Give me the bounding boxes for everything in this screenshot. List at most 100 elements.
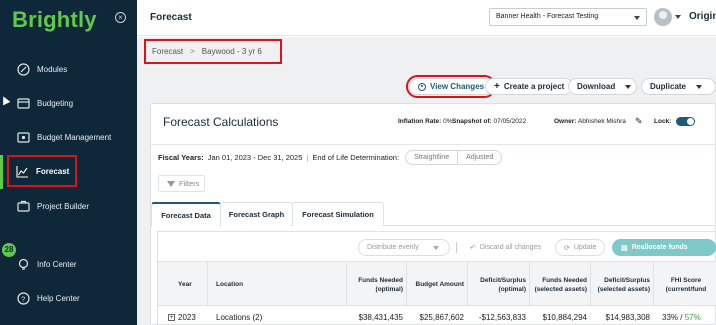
update-button[interactable]: ⟳ Update	[555, 239, 606, 256]
sidebar-item-label: Budget Management	[37, 132, 112, 142]
snapshot-label: Snapshot of:	[452, 118, 492, 125]
fhi-score-cell: 33% / 57%	[662, 313, 701, 322]
column-divider	[467, 262, 468, 307]
lock-toggle[interactable]	[676, 117, 695, 126]
column-header-location[interactable]: Location	[216, 262, 336, 307]
discard-all-changes-button[interactable]: ↶ Discard all changes	[462, 239, 549, 256]
filter-icon	[167, 180, 175, 187]
sidebar-item-label: Budgeting	[37, 98, 74, 108]
expand-icon[interactable]: +	[168, 314, 175, 322]
sidebar-item-budgeting[interactable]: Budgeting	[0, 89, 137, 117]
tab-bar: Forecast Data Forecast Graph Forecast Si…	[151, 202, 716, 227]
separator: |	[306, 153, 309, 162]
tab-forecast-simulation[interactable]: Forecast Simulation	[292, 202, 384, 226]
column-header-funds-needed-optimal[interactable]: Funds Needed (optimal)	[348, 262, 403, 307]
help-icon: ?	[16, 291, 30, 305]
sidebar-item-help-center[interactable]: ? Help Center	[0, 284, 137, 312]
table-row[interactable]: +2023 Locations (2) $38,431,435 $25,867,…	[158, 306, 716, 325]
forecast-data-panel: Distribute evenly ↶ Discard all changes …	[157, 231, 716, 325]
create-project-button[interactable]: + Create a project	[485, 78, 574, 95]
avatar[interactable]	[654, 8, 672, 26]
sidebar: Brightly × Modules Budgeting Budget Mana…	[0, 0, 137, 325]
filters-button[interactable]: Filters	[158, 175, 205, 192]
sidebar-item-budget-management[interactable]: Budget Management	[0, 123, 137, 151]
column-header-deficit-optimal[interactable]: Deficit/Surplus (optimal)	[469, 262, 526, 307]
eol-option-adjusted[interactable]: Adjusted	[457, 151, 501, 164]
column-header-fhi-score[interactable]: FHI Score (current/fund	[655, 262, 716, 307]
fhi-funded: 57%	[684, 313, 701, 322]
tab-forecast-graph[interactable]: Forecast Graph	[220, 202, 293, 226]
forecast-calculations-card: Forecast Calculations Inflation Rate: 0%…	[150, 103, 716, 325]
budgeting-icon	[16, 96, 30, 110]
fiscal-years-label: Fiscal Years:	[158, 153, 204, 162]
breadcrumb-current: Baywood - 3 yr 6	[201, 47, 262, 56]
close-circle-icon[interactable]: ×	[115, 12, 126, 23]
divider	[151, 144, 716, 145]
eol-label: End of Life Determination:	[312, 153, 400, 162]
fhi-current: 33%	[662, 313, 679, 322]
breadcrumb-separator: >	[190, 47, 195, 56]
budget-management-icon	[16, 130, 30, 144]
origin-label: Origin	[689, 11, 716, 22]
eol-segmented-control: Straightline Adjusted	[405, 150, 503, 165]
active-indicator	[0, 155, 3, 189]
column-divider	[207, 262, 208, 307]
download-button[interactable]: Download	[568, 78, 637, 95]
snapshot-value: 07/05/2022	[493, 118, 527, 125]
lightbulb-icon	[16, 257, 30, 271]
column-header-funds-needed-selected[interactable]: Funds Needed (selected assets)	[531, 262, 587, 307]
lock-label: Lock:	[654, 118, 672, 125]
svg-text:?: ?	[21, 296, 25, 303]
edit-owner-icon[interactable]: ✎	[635, 116, 643, 127]
distribute-evenly-label: Distribute evenly	[367, 244, 419, 251]
funds-needed-selected-cell: $10,884,294	[542, 313, 588, 322]
sidebar-item-label: Forecast	[36, 166, 70, 176]
column-divider	[529, 262, 530, 307]
sidebar-item-label: Modules	[37, 64, 68, 74]
inflation-rate: Inflation Rate: 0%	[398, 118, 453, 125]
budget-amount-cell: $25,867,602	[419, 313, 465, 322]
column-divider	[406, 262, 407, 307]
deficit-optimal-cell: -$12,563,833	[478, 313, 526, 322]
deficit-selected-cell: $14,983,308	[605, 313, 651, 322]
reallocate-icon: ▤	[621, 244, 628, 252]
duplicate-button[interactable]: Duplicate	[641, 78, 716, 95]
column-divider	[346, 262, 347, 307]
snapshot: Snapshot of: 07/05/2022	[452, 118, 526, 125]
top-bar: Forecast Banner Health - Forecast Testin…	[137, 0, 716, 36]
discard-label: Discard all changes	[479, 244, 541, 251]
column-header-year[interactable]: Year	[178, 262, 208, 307]
column-divider	[653, 262, 654, 307]
breadcrumb-root[interactable]: Forecast	[152, 47, 183, 56]
tab-forecast-data[interactable]: Forecast Data	[151, 202, 221, 227]
fhi-separator: /	[680, 313, 683, 322]
sidebar-item-label: Project Builder	[37, 201, 90, 211]
filters-label: Filters	[179, 179, 200, 188]
table-header: Year Location Funds Needed (optimal) Bud…	[158, 261, 716, 307]
main-content: Forecast > Baywood - 3 yr 6 View Changes…	[137, 37, 716, 325]
reallocate-funds-button[interactable]: ▤ Reallocate funds	[612, 239, 716, 256]
undo-icon: ↶	[470, 244, 476, 252]
organization-select[interactable]: Banner Health - Forecast Testing	[489, 8, 647, 26]
update-label: Update	[573, 244, 597, 251]
sidebar-item-info-center[interactable]: Info Center	[0, 250, 137, 278]
location-cell: Locations (2)	[216, 313, 263, 322]
divider	[456, 242, 457, 253]
sidebar-item-label: Help Center	[37, 293, 80, 303]
chevron-down-icon	[634, 16, 640, 20]
distribute-evenly-select[interactable]: Distribute evenly	[358, 239, 450, 256]
view-changes-button[interactable]: View Changes	[405, 75, 497, 98]
owner-label: Owner:	[554, 118, 577, 125]
download-label: Download	[577, 82, 616, 91]
sidebar-item-forecast[interactable]: Forecast	[7, 155, 77, 187]
sidebar-item-label: Info Center	[37, 259, 77, 269]
sidebar-item-modules[interactable]: Modules	[0, 55, 137, 83]
chevron-down-icon[interactable]	[675, 15, 681, 19]
sidebar-item-project-builder[interactable]: Project Builder	[0, 192, 137, 220]
column-header-budget-amount[interactable]: Budget Amount	[408, 262, 465, 307]
eol-option-straightline[interactable]: Straightline	[406, 151, 457, 164]
column-header-deficit-selected[interactable]: Deficit/Surplus (selected assets)	[592, 262, 650, 307]
owner-value: Abhishek Mishra	[577, 118, 626, 125]
organization-select-value: Banner Health - Forecast Testing	[496, 13, 599, 20]
brightly-logo: Brightly	[12, 7, 97, 32]
